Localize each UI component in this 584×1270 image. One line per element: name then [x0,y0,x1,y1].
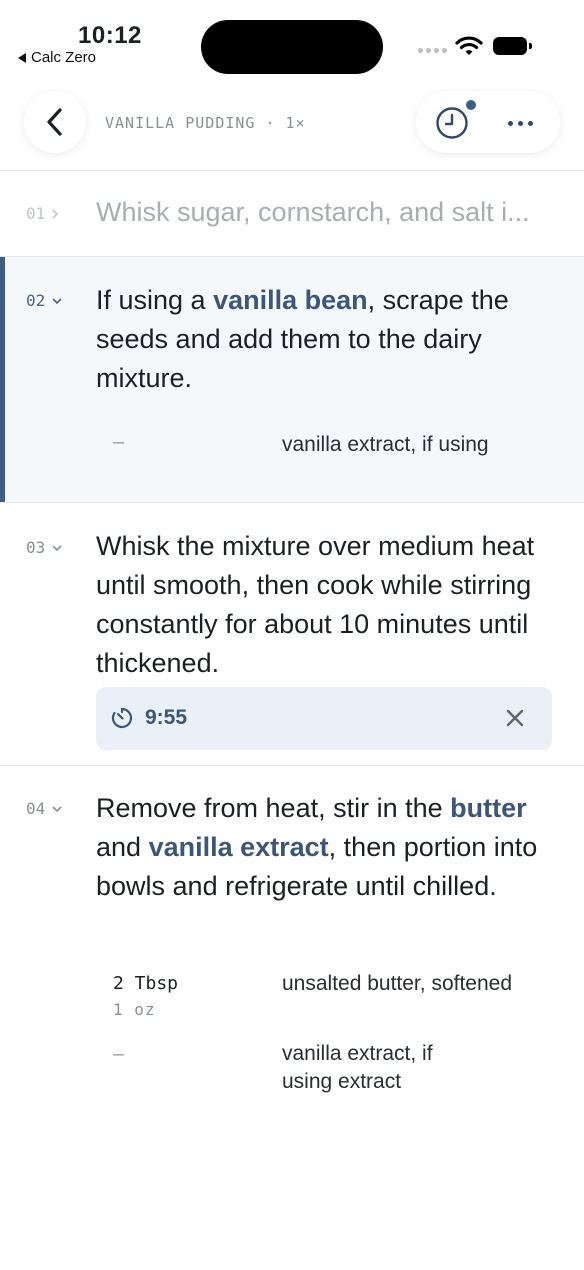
step-number: 02 [26,291,63,310]
step-number: 01 [26,204,59,223]
step-timer[interactable]: 9:55 [96,687,552,750]
header-actions [416,91,560,153]
step-04[interactable]: 04 Remove from heat, stir in the butter … [0,766,584,1270]
status-time: 10:12 [78,22,142,49]
dynamic-island [201,20,383,74]
ingredient-qty: 2 Tbsp [113,973,179,994]
chevron-down-icon [52,544,62,551]
cellular-signal-icon [418,48,447,53]
timer-history-icon[interactable] [434,105,470,141]
step-text: If using a vanilla bean, scrape the seed… [96,285,509,393]
ingredient-qty: – [113,1043,125,1065]
back-button[interactable] [24,91,86,153]
ingredient-name: vanilla extract, if using [282,433,489,456]
back-triangle-icon [18,52,26,63]
chevron-down-icon [52,805,62,812]
wifi-icon [455,36,483,55]
back-to-app-link[interactable]: Calc Zero [18,49,96,66]
active-step-indicator [0,257,5,502]
active-timer-dot [466,100,476,110]
ingredient-link[interactable]: vanilla extract [149,832,329,862]
recipe-header: VANILLA PUDDING · 1× [0,84,584,171]
more-options-button[interactable] [502,105,538,141]
timer-value: 9:55 [145,706,188,729]
step-text: Remove from heat, stir in the butter and… [96,793,538,901]
ingredient-name: unsalted butter, softened [282,972,513,995]
step-number: 04 [26,799,63,818]
ingredient-link[interactable]: butter [450,793,527,823]
close-icon[interactable] [504,707,526,729]
timer-icon [111,707,133,729]
ingredient-alt-qty: 1 oz [113,1000,156,1019]
ingredient-link[interactable]: vanilla bean [213,285,368,315]
status-bar: 10:12 Calc Zero [0,0,584,84]
ingredient-name: vanilla extract, if using extract [282,1042,433,1093]
step-02[interactable]: 02 If using a vanilla bean, scrape the s… [0,257,584,503]
ingredient-qty: – [113,431,125,453]
step-01[interactable]: 01 Whisk sugar, cornstarch, and salt i..… [0,170,584,257]
step-number: 03 [26,538,63,557]
step-03[interactable]: 03 Whisk the mixture over medium heat un… [0,503,584,766]
battery-icon [493,37,532,55]
step-text: Whisk the mixture over medium heat until… [96,531,535,678]
chevron-right-icon [52,208,59,219]
back-app-label: Calc Zero [31,49,97,66]
recipe-title: VANILLA PUDDING · 1× [105,114,306,132]
chevron-down-icon [52,297,62,304]
chevron-left-icon [47,108,62,136]
step-text: Whisk sugar, cornstarch, and salt i... [96,197,530,227]
